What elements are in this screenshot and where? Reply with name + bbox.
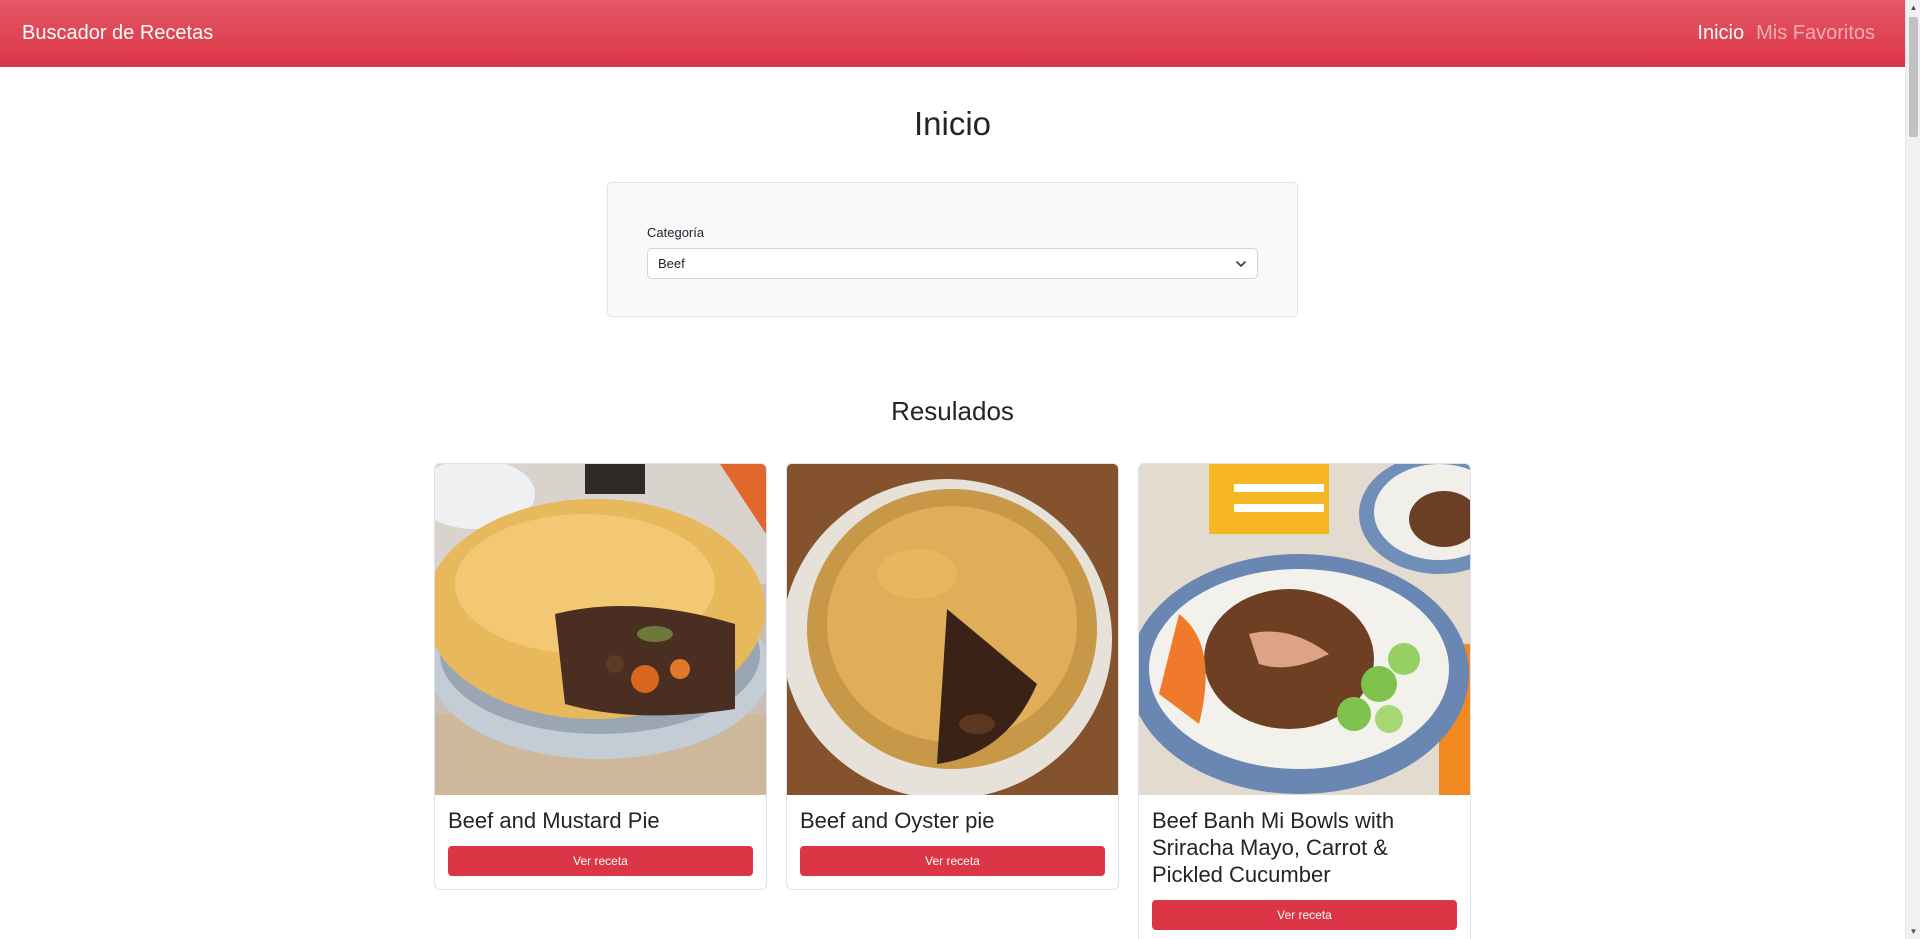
recipe-card: Beef and Mustard Pie Ver receta <box>434 463 767 890</box>
card-title: Beef and Mustard Pie <box>448 808 660 833</box>
scroll-up-icon[interactable]: ▲ <box>1906 0 1920 15</box>
recipe-card: Beef and Oyster pie Ver receta <box>786 463 1119 890</box>
category-select[interactable]: Beef <box>647 248 1258 279</box>
card-title: Beef and Oyster pie <box>800 808 995 833</box>
scroll-down-icon[interactable]: ▼ <box>1906 924 1920 939</box>
filter-card: Categoría Beef <box>607 182 1298 317</box>
card-title: Beef Banh Mi Bowls with Sriracha Mayo, C… <box>1152 808 1395 887</box>
view-recipe-button[interactable]: Ver receta <box>800 846 1105 876</box>
category-label: Categoría <box>647 225 705 240</box>
page: Buscador de Recetas Inicio Mis Favoritos… <box>0 0 1920 939</box>
card-body: Beef and Mustard Pie Ver receta <box>435 795 766 889</box>
recipe-image[interactable] <box>435 464 766 795</box>
view-recipe-button[interactable]: Ver receta <box>448 846 753 876</box>
scroll-thumb[interactable] <box>1909 17 1918 137</box>
chevron-down-icon <box>1235 258 1247 270</box>
nav-link-inicio[interactable]: Inicio <box>1697 22 1744 45</box>
recipe-image[interactable] <box>787 464 1118 795</box>
nav-links: Inicio Mis Favoritos <box>1697 22 1883 45</box>
page-title: Inicio <box>913 105 992 142</box>
card-body: Beef and Oyster pie Ver receta <box>787 795 1118 889</box>
navbar: Buscador de Recetas Inicio Mis Favoritos <box>0 0 1905 67</box>
nav-link-mis-favoritos[interactable]: Mis Favoritos <box>1756 22 1875 45</box>
card-body: Beef Banh Mi Bowls with Sriracha Mayo, C… <box>1139 795 1470 939</box>
category-select-value: Beef <box>658 256 685 271</box>
page-scrollbar[interactable]: ▲ ▼ <box>1905 0 1920 939</box>
view-recipe-button[interactable]: Ver receta <box>1152 900 1457 930</box>
recipe-image[interactable] <box>1139 464 1470 795</box>
results-title: Resulados <box>891 396 1014 426</box>
recipe-card: Beef Banh Mi Bowls with Sriracha Mayo, C… <box>1138 463 1471 939</box>
navbar-brand[interactable]: Buscador de Recetas <box>22 22 213 45</box>
